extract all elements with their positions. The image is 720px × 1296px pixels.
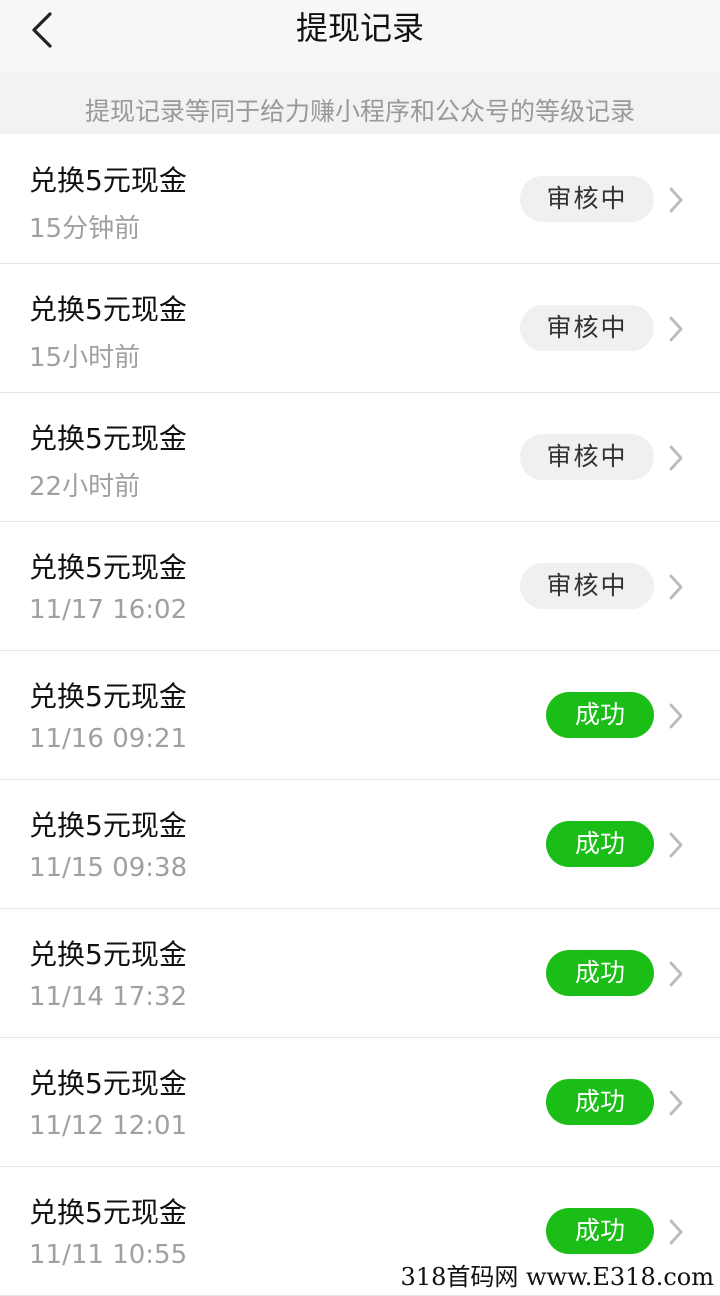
record-title: 兑换5元现金 — [29, 422, 187, 455]
record-title: 兑换5元现金 — [29, 164, 187, 197]
status-badge: 审核中 — [520, 305, 654, 351]
list-item[interactable]: 兑换5元现金 11/14 17:32 成功 — [0, 909, 720, 1038]
chevron-right-icon — [666, 702, 686, 730]
status-badge: 成功 — [546, 1208, 654, 1254]
watermark: 318首码网 www.E318.com — [398, 1257, 716, 1292]
record-time: 11/16 09:21 — [29, 724, 188, 754]
record-time: 11/14 17:32 — [29, 982, 188, 1012]
list-item[interactable]: 兑换5元现金 11/12 12:01 成功 — [0, 1038, 720, 1167]
record-title: 兑换5元现金 — [29, 938, 187, 971]
chevron-right-icon — [666, 960, 686, 988]
record-time: 11/11 10:55 — [29, 1240, 188, 1270]
list-item[interactable]: 兑换5元现金 15小时前 审核中 — [0, 264, 720, 393]
status-badge: 成功 — [546, 821, 654, 867]
status-badge: 审核中 — [520, 563, 654, 609]
record-title: 兑换5元现金 — [29, 551, 187, 584]
record-title: 兑换5元现金 — [29, 293, 187, 326]
chevron-right-icon — [666, 1089, 686, 1117]
chevron-right-icon — [666, 444, 686, 472]
chevron-right-icon — [666, 315, 686, 343]
list-item[interactable]: 兑换5元现金 22小时前 审核中 — [0, 393, 720, 522]
status-badge: 成功 — [546, 950, 654, 996]
chevron-right-icon — [666, 831, 686, 859]
record-time: 22小时前 — [29, 472, 141, 502]
record-title: 兑换5元现金 — [29, 809, 187, 842]
chevron-right-icon — [666, 1218, 686, 1246]
list-item[interactable]: 兑换5元现金 11/16 09:21 成功 — [0, 651, 720, 780]
status-badge: 成功 — [546, 1079, 654, 1125]
withdrawal-record-list: 兑换5元现金 15分钟前 审核中 兑换5元现金 15小时前 审核中 兑换5元现金… — [0, 135, 720, 1296]
record-title: 兑换5元现金 — [29, 1067, 187, 1100]
status-badge: 审核中 — [520, 176, 654, 222]
record-title: 兑换5元现金 — [29, 680, 187, 713]
record-time: 11/17 16:02 — [29, 595, 188, 625]
navigation-bar: 提现记录 — [0, 0, 720, 72]
record-time: 11/12 12:01 — [29, 1111, 188, 1141]
notice-banner: 提现记录等同于给力赚小程序和公众号的等级记录 — [0, 72, 720, 134]
status-badge: 成功 — [546, 692, 654, 738]
status-badge: 审核中 — [520, 434, 654, 480]
chevron-right-icon — [666, 573, 686, 601]
record-time: 15分钟前 — [29, 214, 141, 244]
record-time: 15小时前 — [29, 343, 141, 373]
list-item[interactable]: 兑换5元现金 11/17 16:02 审核中 — [0, 522, 720, 651]
record-time: 11/15 09:38 — [29, 853, 188, 883]
list-item[interactable]: 兑换5元现金 11/15 09:38 成功 — [0, 780, 720, 909]
list-item[interactable]: 兑换5元现金 15分钟前 审核中 — [0, 135, 720, 264]
page-title: 提现记录 — [295, 9, 424, 47]
chevron-right-icon — [666, 186, 686, 214]
record-title: 兑换5元现金 — [29, 1196, 187, 1229]
